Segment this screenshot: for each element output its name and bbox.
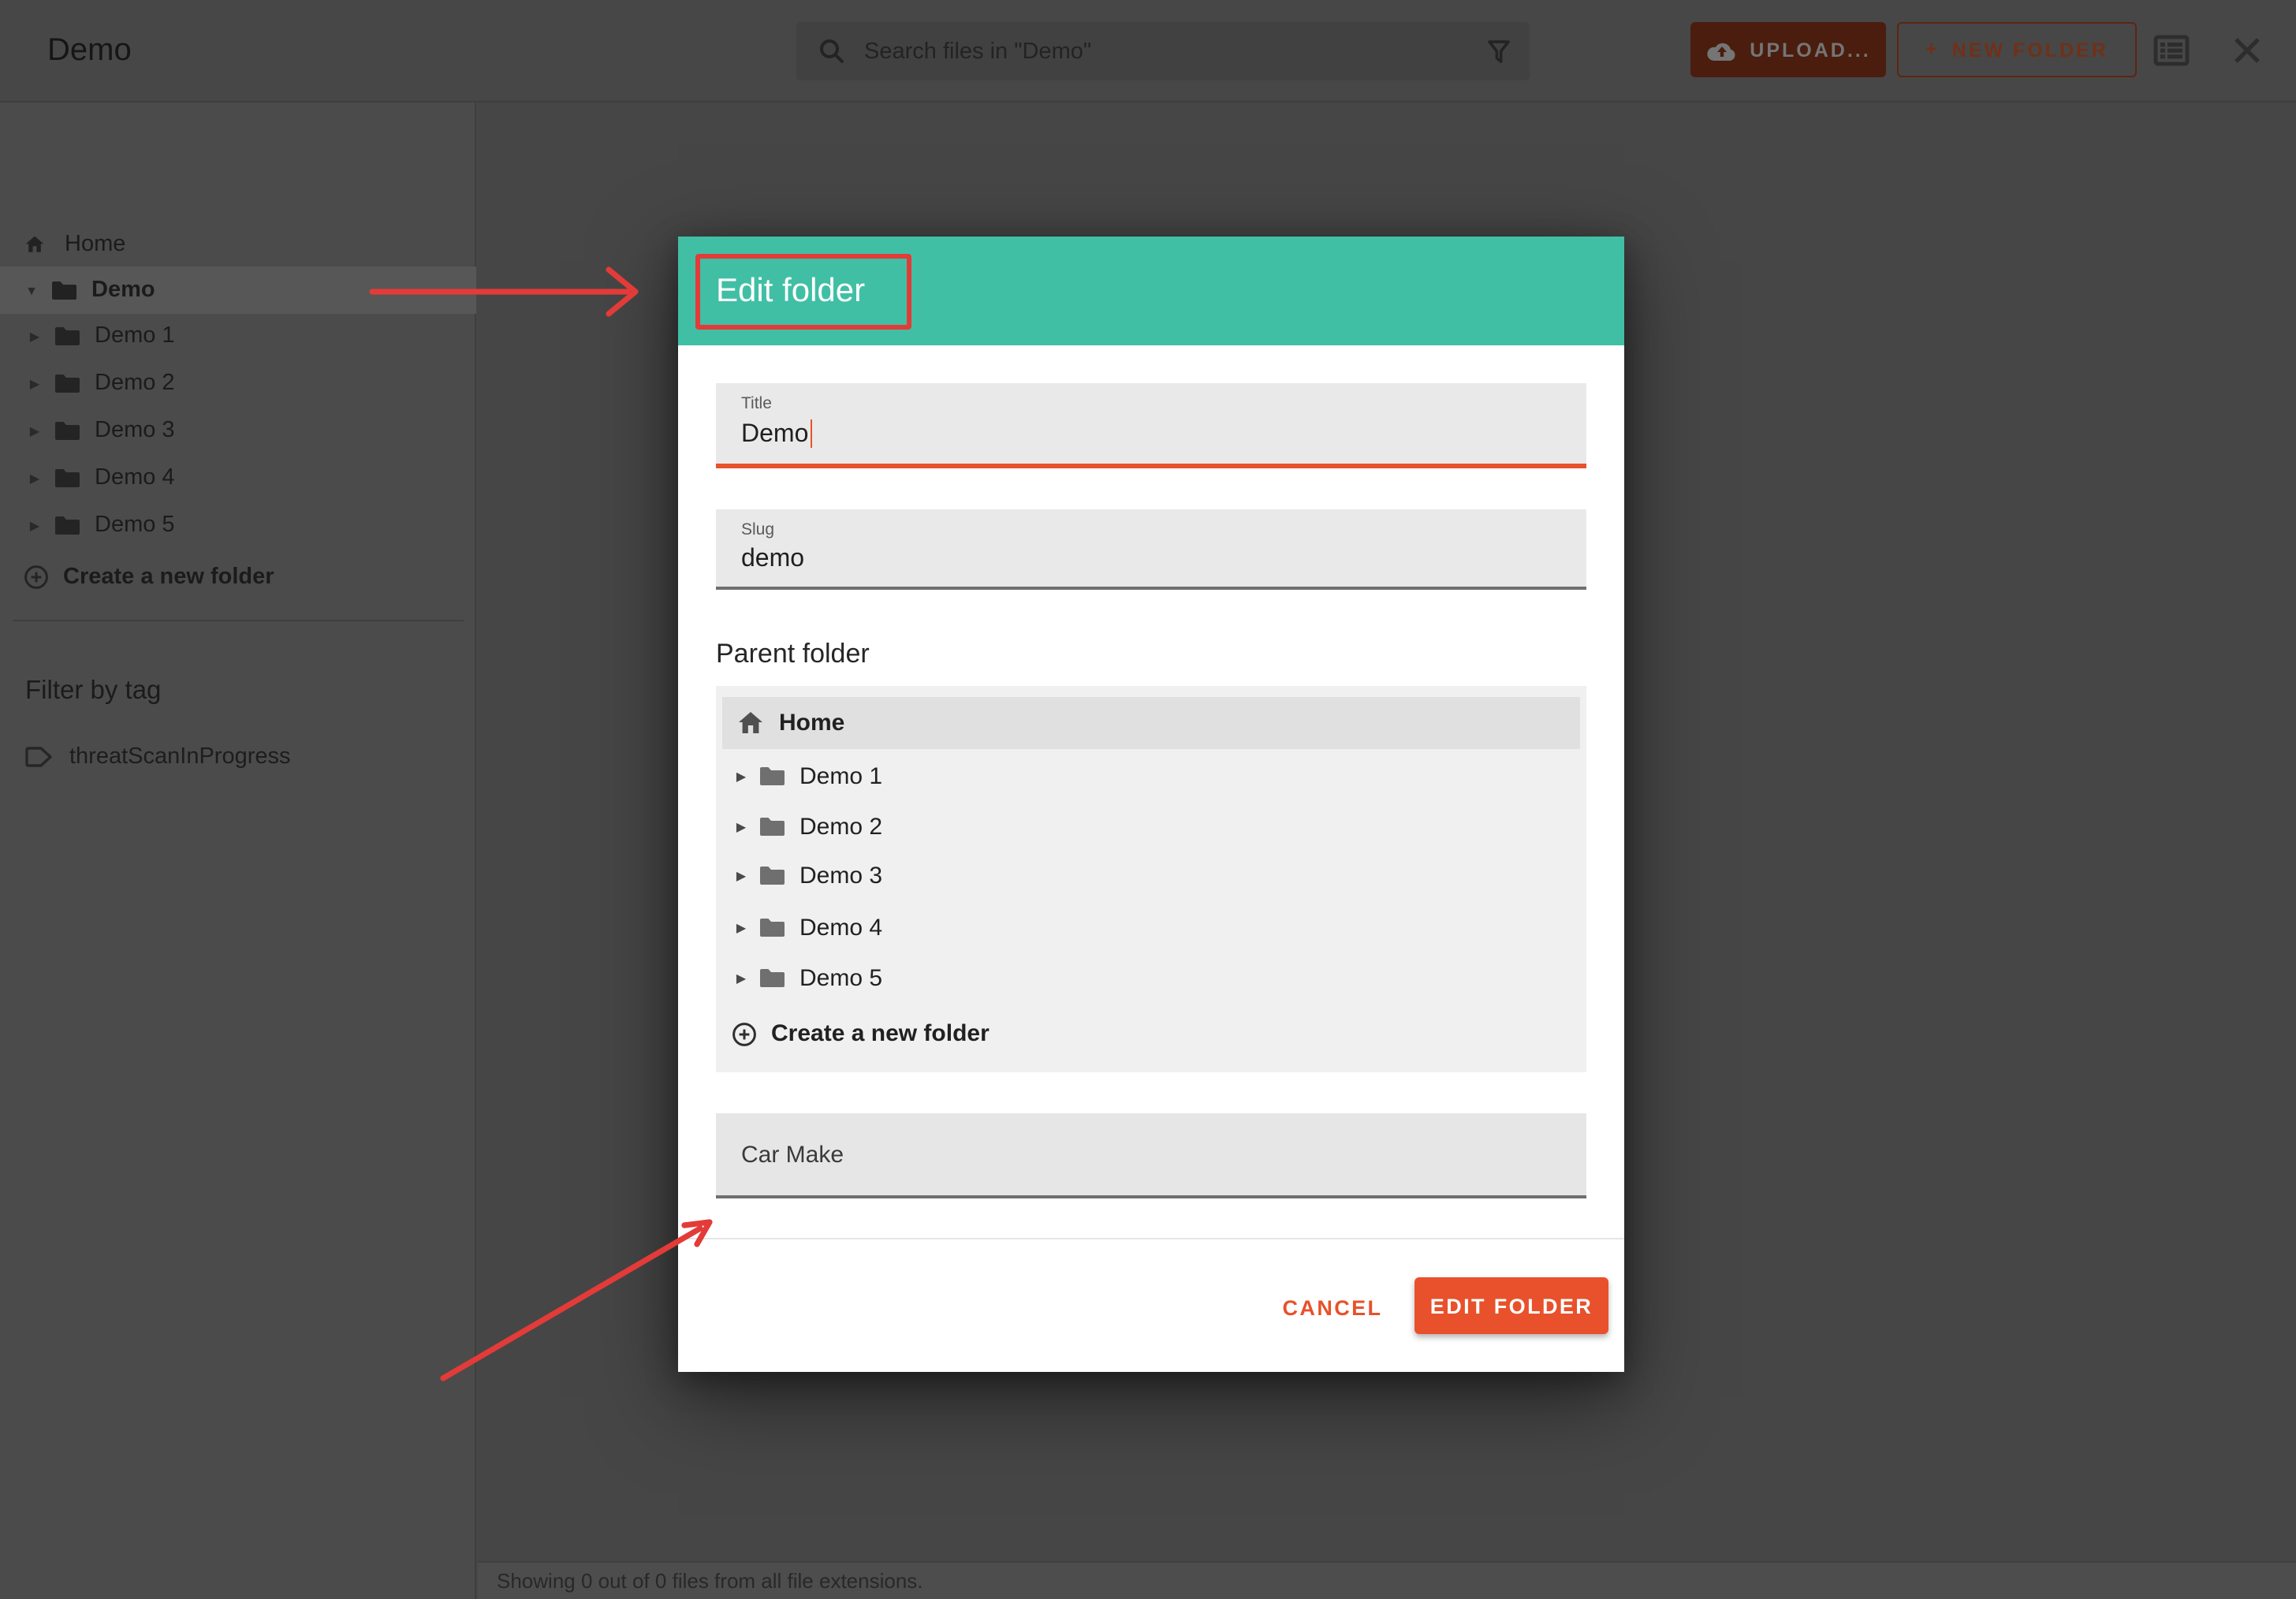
upload-button-label: UPLOAD... [1750,39,1870,61]
sidebar-item-demo5[interactable]: ▶ Demo 5 [0,506,476,544]
chevron-right-icon[interactable]: ▶ [25,471,44,485]
text-cursor [810,419,812,448]
edit-folder-button[interactable]: EDIT FOLDER [1414,1277,1608,1334]
folder-icon [758,916,785,938]
tree-item-label: Demo 4 [800,914,882,941]
sidebar-item-label: Demo 4 [95,465,175,490]
sidebar-item-demo2[interactable]: ▶ Demo 2 [0,364,476,402]
chevron-right-icon[interactable]: ▶ [25,329,44,343]
upload-button[interactable]: UPLOAD... [1690,22,1886,77]
plus-circle-icon [732,1021,757,1046]
sidebar-item-demo3[interactable]: ▶ Demo 3 [0,412,476,449]
tree-item-label: Demo 1 [800,762,882,789]
annotation-rectangle [695,254,911,330]
sidebar-item-home[interactable]: Home [0,226,476,263]
dialog-header: Edit folder [678,237,1624,345]
folder-icon [758,864,785,886]
status-bar: Showing 0 out of 0 files from all file e… [478,1561,2296,1599]
sidebar-divider [13,620,464,621]
list-view-icon[interactable] [2152,32,2190,77]
edit-folder-dialog: Edit folder Title Demo Slug demo Parent … [678,237,1624,1372]
plus-circle-icon [24,565,49,590]
folder-icon [758,967,785,989]
car-make-select[interactable]: Car Make [716,1113,1586,1198]
folder-icon [50,279,77,301]
topbar: Demo UPLOAD... + NEW FOLDER [0,0,2296,102]
filter-funnel-icon[interactable] [1487,39,1511,64]
tree-item-label: Demo 5 [800,964,882,991]
status-text: Showing 0 out of 0 files from all file e… [497,1569,923,1593]
close-icon[interactable] [2230,33,2264,76]
chevron-right-icon[interactable]: ▶ [25,376,44,390]
folder-icon [54,419,80,442]
sidebar-item-label: Demo 3 [95,418,175,443]
parent-folder-tree: Home ▶ Demo 1 ▶ Demo 2 ▶ Demo 3 ▶ Demo 4 [716,686,1586,1072]
folder-icon [758,815,785,837]
folder-icon [758,765,785,787]
chevron-right-icon[interactable]: ▶ [732,819,751,833]
sidebar-item-label: Demo 1 [95,323,175,348]
title-input[interactable]: Demo [741,419,812,449]
home-icon [25,233,44,255]
tag-icon [24,744,54,770]
chevron-right-icon[interactable]: ▶ [732,971,751,985]
tree-create-folder[interactable]: Create a new folder [716,1008,1586,1060]
car-make-value: Car Make [741,1141,844,1168]
plus-icon: + [1925,38,1940,60]
slug-input[interactable]: demo [741,546,804,574]
tag-item[interactable]: threatScanInProgress [0,738,476,776]
sidebar-create-folder[interactable]: Create a new folder [0,558,476,596]
sidebar-item-label: Demo 2 [95,371,175,396]
tree-item-demo2[interactable]: ▶ Demo 2 [716,801,1586,852]
folder-icon [54,514,80,536]
folder-icon [54,372,80,394]
sidebar-item-demo-selected[interactable]: ▼ Demo [0,266,476,314]
filter-by-tag-heading: Filter by tag [25,676,161,706]
sidebar-item-label: Demo [91,278,155,303]
search-box[interactable] [796,22,1530,80]
new-folder-button[interactable]: + NEW FOLDER [1897,22,2137,77]
sidebar-item-label: Demo 5 [95,512,175,538]
slug-field[interactable]: Slug demo [716,509,1586,590]
title-field[interactable]: Title Demo [716,383,1586,468]
tree-item-home[interactable]: Home [722,697,1580,749]
search-icon [818,38,845,65]
tag-label: threatScanInProgress [69,744,291,770]
cloud-upload-icon [1705,39,1737,61]
chevron-right-icon[interactable]: ▶ [732,920,751,934]
page-title: Demo [47,0,132,101]
chevron-right-icon[interactable]: ▶ [25,423,44,438]
tree-item-demo1[interactable]: ▶ Demo 1 [716,751,1586,801]
tree-item-demo4[interactable]: ▶ Demo 4 [716,902,1586,952]
new-folder-button-label: NEW FOLDER [1952,39,2108,61]
sidebar: Home ▼ Demo ▶ Demo 1 ▶ Demo 2 ▶ Demo 3 ▶ [0,102,476,1599]
sidebar-item-demo4[interactable]: ▶ Demo 4 [0,459,476,497]
folder-icon [54,467,80,489]
chevron-right-icon[interactable]: ▶ [732,769,751,783]
chevron-right-icon[interactable]: ▶ [732,868,751,882]
sidebar-item-demo1[interactable]: ▶ Demo 1 [0,317,476,355]
parent-folder-heading: Parent folder [716,639,870,670]
tree-item-label: Demo 3 [800,862,882,889]
tree-item-label: Home [779,710,844,736]
folder-icon [54,325,80,347]
slug-field-label: Slug [741,520,774,539]
tree-item-demo5[interactable]: ▶ Demo 5 [716,952,1586,1003]
tree-item-label: Demo 2 [800,813,882,840]
screen: Demo UPLOAD... + NEW FOLDER Showing [0,0,2296,1599]
cancel-button[interactable]: CANCEL [1265,1280,1400,1334]
tree-item-demo3[interactable]: ▶ Demo 3 [716,850,1586,900]
footer-divider [678,1238,1624,1239]
sidebar-item-label: Home [65,232,125,257]
chevron-right-icon[interactable]: ▶ [25,518,44,532]
home-icon [738,711,763,735]
search-input[interactable] [861,37,1474,65]
tree-create-folder-label: Create a new folder [771,1020,990,1047]
sidebar-create-folder-label: Create a new folder [63,565,274,590]
chevron-down-icon[interactable]: ▼ [22,283,41,297]
title-field-label: Title [741,394,772,413]
